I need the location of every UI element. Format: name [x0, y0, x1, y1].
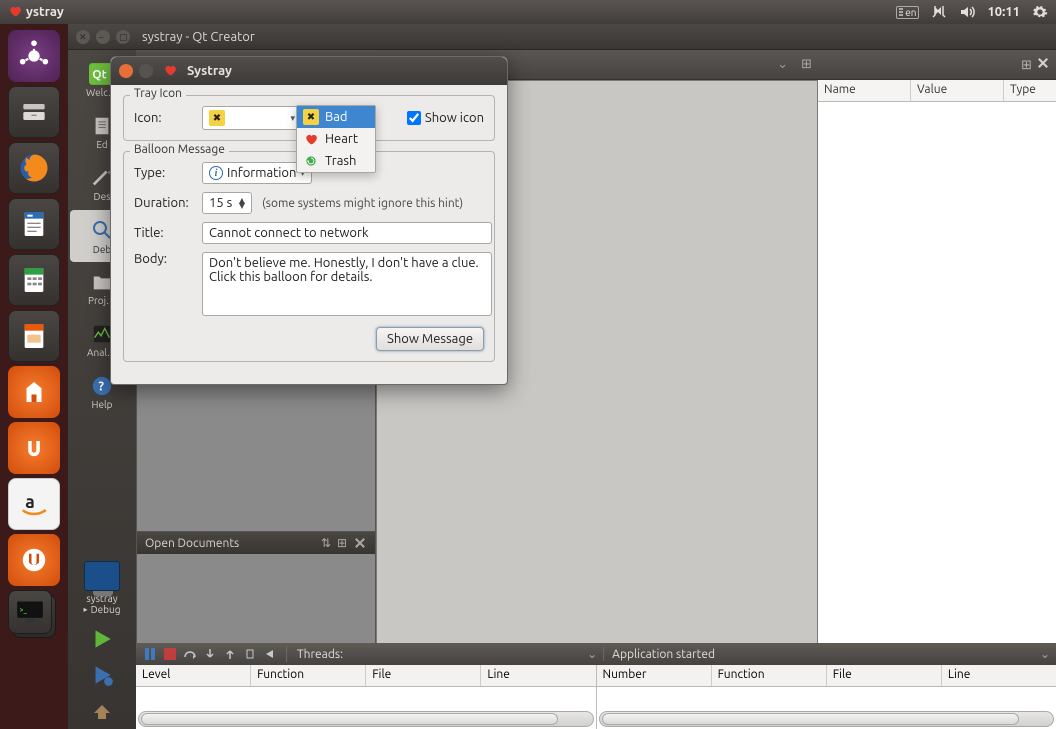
stop-icon[interactable]: [162, 646, 178, 662]
title-input[interactable]: [202, 222, 492, 244]
stack-header: Level Function File Line: [136, 665, 596, 687]
restart-icon[interactable]: [242, 646, 258, 662]
horizontal-scrollbar[interactable]: [599, 711, 1055, 727]
debug-toolbar: Threads: ⌄ Application started ⌄: [136, 643, 1056, 665]
breakpoints-header: Number Function File Line: [597, 665, 1056, 687]
run-config-selector[interactable]: systray ▸Debug: [84, 561, 121, 615]
svg-text:Qt: Qt: [92, 68, 107, 81]
launcher-ubuntu-one-music[interactable]: [8, 534, 60, 586]
session-gear-icon[interactable]: [1032, 4, 1048, 20]
dialog-minimize-icon[interactable]: [139, 64, 153, 78]
dropdown-option-trash[interactable]: Trash: [297, 150, 375, 172]
step-over-icon[interactable]: [182, 646, 198, 662]
launcher-calc[interactable]: [8, 254, 60, 306]
volume-icon[interactable]: [959, 5, 975, 19]
window-close-icon[interactable]: ✕: [76, 30, 90, 44]
threads-label: Threads:: [297, 648, 343, 661]
balloon-group: Balloon Message Type: i Information ▾ Du…: [123, 151, 495, 362]
locals-header: Name Value Type: [818, 80, 1056, 102]
type-label: Type:: [134, 166, 192, 180]
window-maximize-icon[interactable]: ▢: [116, 30, 130, 44]
launcher-firefox[interactable]: [8, 142, 60, 194]
body-label: Body:: [134, 252, 192, 266]
svg-text:?: ?: [98, 379, 104, 393]
network-icon[interactable]: [931, 5, 947, 19]
qtc-title: systray - Qt Creator: [142, 30, 255, 44]
bad-icon: [303, 109, 319, 125]
app-status: Application started: [612, 648, 715, 661]
right-tab-bar: ⊞: [818, 50, 1056, 80]
split-icon[interactable]: ⊞: [1021, 58, 1032, 73]
launcher-impress[interactable]: [8, 310, 60, 362]
bad-icon: [209, 110, 225, 126]
qtc-right-column: ⊞ Name Value Type: [818, 50, 1056, 729]
systray-dialog: Systray Tray Icon Icon: ▾ Show icon: [110, 56, 508, 385]
launcher-dash[interactable]: [8, 30, 60, 82]
show-message-button[interactable]: Show Message: [376, 327, 484, 351]
split-icon[interactable]: ⊞: [801, 57, 812, 72]
sort-icon[interactable]: ⇅: [321, 536, 331, 550]
duration-spinbox[interactable]: 15 s ▲▼: [202, 192, 252, 214]
window-minimize-icon[interactable]: –: [96, 30, 110, 44]
run-button[interactable]: [70, 621, 134, 657]
pause-icon[interactable]: [142, 646, 158, 662]
heart-icon: [163, 63, 177, 80]
close-icon[interactable]: [1036, 56, 1050, 70]
launcher-overflow[interactable]: >_: [8, 590, 60, 642]
step-into-icon[interactable]: [202, 646, 218, 662]
duration-label: Duration:: [134, 196, 192, 210]
icon-select[interactable]: ▾: [202, 106, 302, 130]
close-icon[interactable]: [353, 536, 367, 550]
dialog-title: Systray: [187, 64, 232, 78]
svg-text:>_: >_: [20, 606, 28, 614]
dialog-close-icon[interactable]: [119, 64, 133, 78]
step-out-icon[interactable]: [222, 646, 238, 662]
trash-icon: [303, 153, 319, 169]
launcher-files[interactable]: [8, 86, 60, 138]
dialog-titlebar: Systray: [111, 57, 507, 85]
title-label: Title:: [134, 226, 192, 240]
debug-tables: Level Function File Line Number Function…: [136, 665, 1056, 729]
unity-launcher: a >_: [0, 24, 68, 729]
icon-label: Icon:: [134, 111, 192, 125]
back-icon[interactable]: [262, 646, 278, 662]
open-documents-header: Open Documents ⇅ ⊞: [137, 532, 375, 554]
show-icon-input[interactable]: [407, 111, 421, 125]
info-icon: i: [209, 166, 223, 180]
tray-heart-indicator-icon: [8, 5, 22, 19]
chevron-down-icon: ▾: [290, 113, 295, 124]
threads-dropdown-icon[interactable]: ⌄: [587, 647, 597, 661]
split-icon[interactable]: ⊞: [337, 536, 347, 550]
launcher-software-center[interactable]: [8, 366, 60, 418]
dropdown-option-heart[interactable]: Heart: [297, 128, 375, 150]
keyboard-indicator[interactable]: en: [896, 6, 919, 19]
monitor-icon: [84, 561, 120, 591]
build-button[interactable]: [70, 693, 134, 729]
horizontal-scrollbar[interactable]: [138, 711, 594, 727]
debug-run-button[interactable]: [70, 657, 134, 693]
dropdown-option-bad[interactable]: Bad: [297, 106, 375, 128]
panel-app-title: ystray: [26, 5, 64, 19]
launcher-writer[interactable]: [8, 198, 60, 250]
heart-icon: [303, 131, 319, 147]
clock[interactable]: 10:11: [987, 5, 1020, 19]
launcher-ubuntu-one[interactable]: [8, 422, 60, 474]
duration-hint: (some systems might ignore this hint): [262, 197, 463, 210]
body-textarea[interactable]: [202, 252, 492, 316]
launcher-amazon[interactable]: a: [8, 478, 60, 530]
svg-text:a: a: [25, 493, 35, 512]
qtc-titlebar: ✕ – ▢ systray - Qt Creator: [68, 24, 1056, 50]
unity-top-panel: ystray en 10:11: [0, 0, 1056, 24]
show-icon-checkbox[interactable]: Show icon: [407, 111, 484, 125]
icon-dropdown-list: Bad Heart Trash: [296, 105, 376, 173]
status-dropdown-icon[interactable]: ⌄: [1040, 647, 1050, 661]
dropdown-icon[interactable]: ⌄: [777, 57, 788, 72]
